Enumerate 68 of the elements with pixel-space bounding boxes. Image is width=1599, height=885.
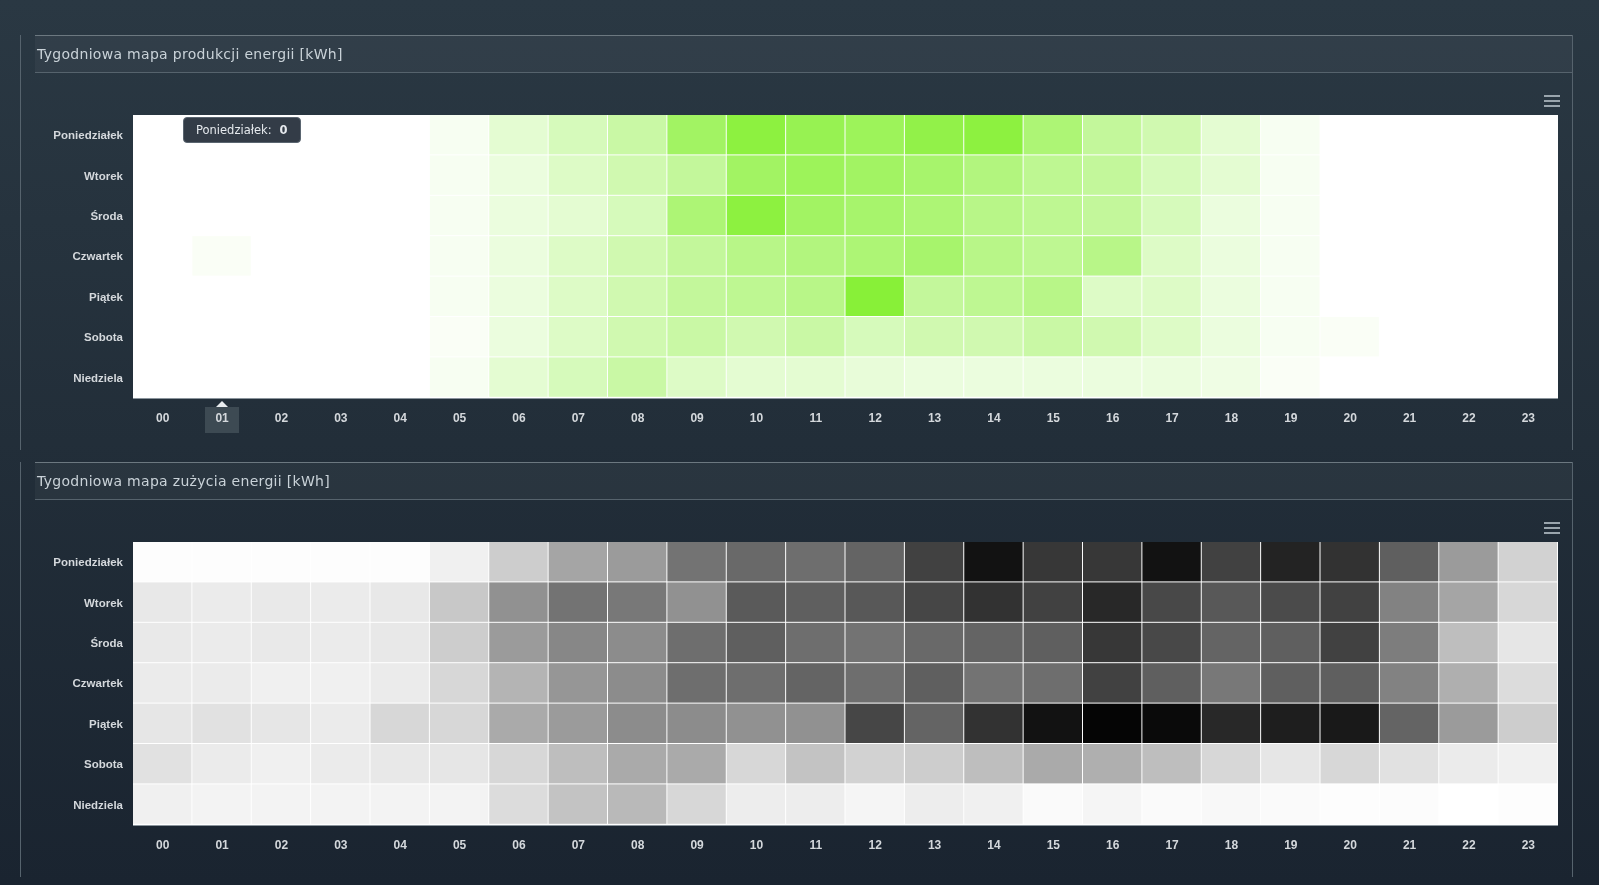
day-label: Poniedziałek <box>52 555 124 571</box>
day-label: Poniedziałek <box>52 128 124 144</box>
tooltip-value: 0 <box>279 123 288 137</box>
hour-label: 18 <box>1223 837 1240 854</box>
hour-label: 18 <box>1223 410 1240 427</box>
hour-label: 04 <box>392 410 408 427</box>
day-label: Środa <box>89 635 124 651</box>
hour-label: 04 <box>392 837 408 854</box>
tooltip-label: Poniedziałek: <box>196 123 272 137</box>
day-label: Niedziela <box>72 797 124 813</box>
hour-label: 10 <box>748 410 765 427</box>
hour-label: 21 <box>1401 410 1418 427</box>
hour-label: 21 <box>1401 837 1418 854</box>
hour-label: 03 <box>333 410 349 427</box>
hour-label: 20 <box>1342 837 1358 854</box>
day-label: Piątek <box>88 716 124 732</box>
hour-label: 16 <box>1105 410 1121 427</box>
hour-label: 08 <box>630 837 646 854</box>
hour-label: 14 <box>986 410 1002 427</box>
hour-label: 12 <box>867 410 883 427</box>
hour-label: 22 <box>1461 837 1477 854</box>
hour-label: 06 <box>511 837 527 854</box>
hour-label: 17 <box>1164 410 1180 427</box>
hour-label: 07 <box>570 410 586 427</box>
hour-label: 09 <box>689 410 705 427</box>
hour-label: 23 <box>1520 410 1536 427</box>
hour-label: 02 <box>273 410 290 427</box>
hour-label: 15 <box>1045 837 1061 854</box>
hour-label: 12 <box>867 837 883 854</box>
hour-label: 20 <box>1342 410 1358 427</box>
hour-label: 08 <box>630 410 646 427</box>
hour-label: 19 <box>1283 410 1299 427</box>
hour-label: 07 <box>570 837 586 854</box>
hour-label: 17 <box>1164 837 1180 854</box>
day-label: Sobota <box>83 757 124 773</box>
hour-label: 03 <box>333 837 349 854</box>
panel-title: Tygodniowa mapa zużycia energii [kWh] <box>37 473 330 489</box>
hour-label: 06 <box>511 410 527 427</box>
hour-label: 05 <box>451 410 468 427</box>
day-label: Wtorek <box>83 595 124 611</box>
day-label: Czwartek <box>71 249 124 265</box>
hour-label: 13 <box>926 837 943 854</box>
hour-label: 00 <box>155 410 171 427</box>
panel-title: Tygodniowa mapa produkcji energii [kWh] <box>37 46 343 62</box>
hour-label: 23 <box>1520 837 1536 854</box>
hour-label: 11 <box>808 837 824 854</box>
hour-label: 13 <box>926 410 943 427</box>
hour-label: 19 <box>1283 837 1299 854</box>
menu-icon[interactable] <box>1544 522 1560 534</box>
hour-label: 11 <box>808 410 824 427</box>
day-label: Środa <box>89 208 124 224</box>
hour-label: 02 <box>273 837 290 854</box>
day-label: Piątek <box>88 289 124 305</box>
hour-label: 01 <box>214 837 230 854</box>
day-label: Niedziela <box>72 370 124 386</box>
day-label: Sobota <box>83 330 124 346</box>
hour-label: 14 <box>986 837 1002 854</box>
hour-label: 09 <box>689 837 705 854</box>
day-label: Wtorek <box>83 168 124 184</box>
menu-icon[interactable] <box>1544 95 1560 107</box>
hour-label: 16 <box>1105 837 1121 854</box>
hour-label: 00 <box>155 837 171 854</box>
hour-label: 22 <box>1461 410 1477 427</box>
hour-label: 05 <box>451 837 468 854</box>
pointer-icon <box>216 401 229 407</box>
hour-label: 10 <box>748 837 765 854</box>
day-label: Czwartek <box>71 676 124 692</box>
hour-label: 15 <box>1045 410 1061 427</box>
